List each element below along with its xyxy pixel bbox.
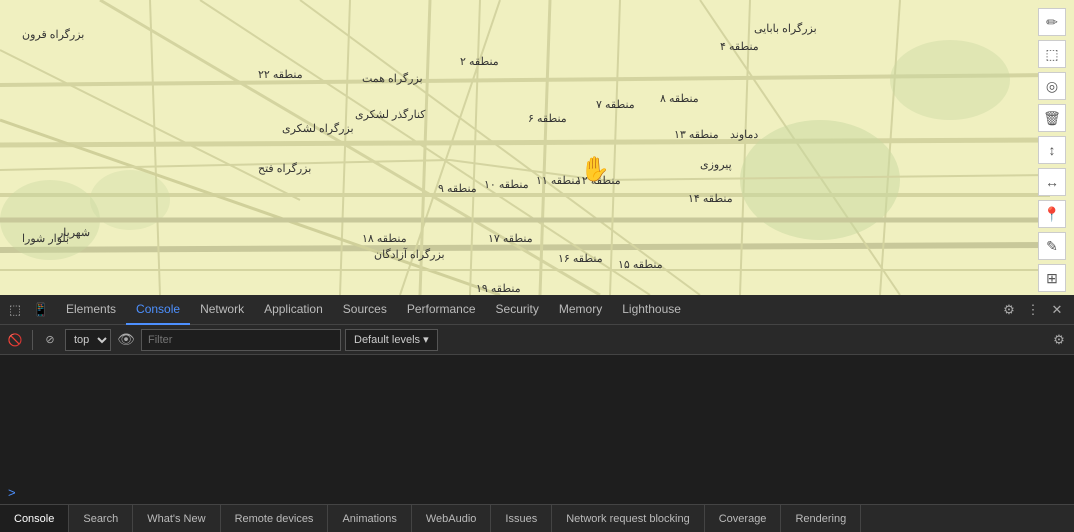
map-container: منطقه ۲ منطقه ۴ منطقه ۲۲ بزرگراه همت بزر… (0, 0, 1074, 295)
tab-elements[interactable]: Elements (56, 295, 126, 325)
tab-memory[interactable]: Memory (549, 295, 612, 325)
map-tool-square[interactable]: ⬚ (1038, 40, 1066, 68)
console-toolbar: 🚫 ⊘ top 👁 Default levels ▾ ⚙ (0, 325, 1074, 355)
devtools-panel: ⬚ 📱 Elements Console Network Application… (0, 295, 1074, 504)
map-toolbar: ✏ ⬚ ◎ 🗑 ↕ ↔ 📍 ✎ ⊞ (1038, 8, 1066, 292)
bottom-tab-webaudio[interactable]: WebAudio (412, 505, 492, 532)
map-tool-grid[interactable]: ⊞ (1038, 264, 1066, 292)
bottom-tab-bar: Console Search What's New Remote devices… (0, 504, 1074, 532)
console-filter-input[interactable] (141, 329, 341, 351)
map-tool-location[interactable]: ◎ (1038, 72, 1066, 100)
bottom-tab-remote-devices[interactable]: Remote devices (221, 505, 329, 532)
console-settings-button[interactable]: ⚙ (1048, 329, 1070, 351)
tab-application[interactable]: Application (254, 295, 333, 325)
devtools-tabs: Elements Console Network Application Sou… (56, 295, 992, 325)
bottom-tab-search[interactable]: Search (69, 505, 133, 532)
console-clear-button[interactable]: 🚫 (4, 329, 26, 351)
bottom-tab-rendering[interactable]: Rendering (781, 505, 861, 532)
map-svg (0, 0, 1074, 295)
map-tool-delete[interactable]: 🗑 (1038, 104, 1066, 132)
devtools-close-button[interactable]: ✕ (1046, 299, 1068, 321)
tab-performance[interactable]: Performance (397, 295, 486, 325)
tab-lighthouse[interactable]: Lighthouse (612, 295, 691, 325)
bottom-tab-network-blocking[interactable]: Network request blocking (552, 505, 705, 532)
tab-console[interactable]: Console (126, 295, 190, 325)
map-tool-pencil[interactable]: ✏ (1038, 8, 1066, 36)
toolbar-separator (32, 330, 33, 350)
map-tool-edit[interactable]: ✎ (1038, 232, 1066, 260)
inspect-button[interactable]: ⬚ (4, 299, 26, 321)
devtools-more-button[interactable]: ⋮ (1022, 299, 1044, 321)
devtools-right-icons: ⚙ ⋮ ✕ (992, 299, 1074, 321)
bottom-tab-animations[interactable]: Animations (328, 505, 411, 532)
devtools-tab-bar: ⬚ 📱 Elements Console Network Application… (0, 295, 1074, 325)
map-tool-resize-v[interactable]: ↕ (1038, 136, 1066, 164)
map-tool-resize-h[interactable]: ↔ (1038, 168, 1066, 196)
bottom-tab-whats-new[interactable]: What's New (133, 505, 220, 532)
device-toolbar-button[interactable]: 📱 (30, 299, 52, 321)
devtools-settings-button[interactable]: ⚙ (998, 299, 1020, 321)
devtools-left-icons: ⬚ 📱 (0, 299, 56, 321)
tab-security[interactable]: Security (486, 295, 549, 325)
bottom-tab-coverage[interactable]: Coverage (705, 505, 782, 532)
tab-network[interactable]: Network (190, 295, 254, 325)
console-levels-dropdown[interactable]: Default levels ▾ (345, 329, 438, 351)
console-prompt: > (8, 485, 16, 500)
console-filter-toggle[interactable]: ⊘ (39, 329, 61, 351)
tab-sources[interactable]: Sources (333, 295, 397, 325)
map-tool-pin[interactable]: 📍 (1038, 200, 1066, 228)
bottom-tab-issues[interactable]: Issues (491, 505, 552, 532)
console-content[interactable]: > (0, 355, 1074, 504)
console-eye-button[interactable]: 👁 (115, 329, 137, 351)
console-context-select[interactable]: top (65, 329, 111, 351)
bottom-tab-console[interactable]: Console (0, 505, 69, 532)
